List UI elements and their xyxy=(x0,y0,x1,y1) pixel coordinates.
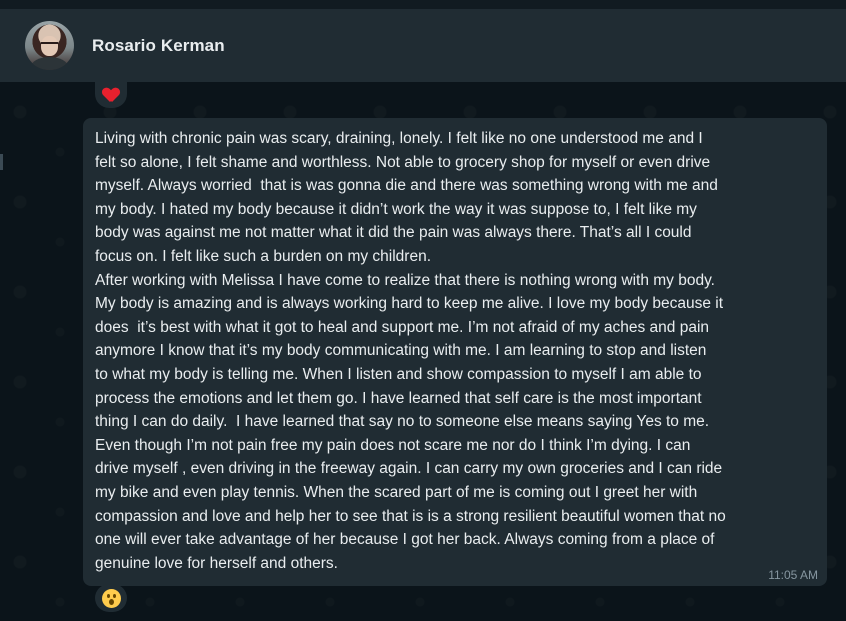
message-bubble[interactable]: Living with chronic pain was scary, drai… xyxy=(83,118,827,586)
heart-icon xyxy=(103,88,119,103)
contact-name[interactable]: Rosario Kerman xyxy=(92,36,225,56)
surprised-face-mouth xyxy=(108,598,114,605)
avatar[interactable] xyxy=(25,21,74,70)
surprised-face-eye-right xyxy=(112,593,116,598)
chat-header[interactable]: Rosario Kerman xyxy=(0,9,846,82)
avatar-glasses xyxy=(41,42,58,48)
avatar-shoulders xyxy=(31,57,68,70)
scroll-indicator xyxy=(0,154,3,170)
surprised-face-icon xyxy=(101,588,121,608)
reaction-badge[interactable] xyxy=(95,584,127,612)
message-timestamp: 11:05 AM xyxy=(768,568,818,582)
message-list[interactable]: Living with chronic pain was scary, drai… xyxy=(0,82,846,621)
title-strip xyxy=(0,0,846,9)
chat-window: Rosario Kerman Living with chronic pain … xyxy=(0,0,846,621)
message-text: Living with chronic pain was scary, drai… xyxy=(95,130,726,572)
reaction-badge-previous[interactable] xyxy=(95,82,127,108)
surprised-face-eye-left xyxy=(106,593,110,598)
